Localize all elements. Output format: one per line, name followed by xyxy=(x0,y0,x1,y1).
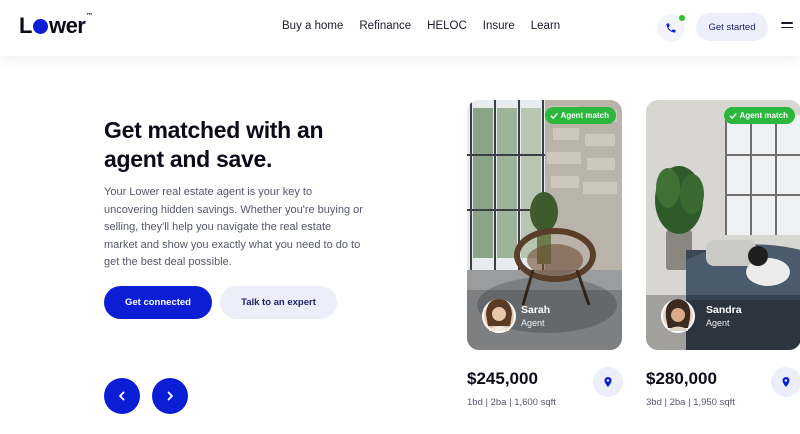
lower-logo[interactable]: Lwer™ xyxy=(19,13,92,39)
map-pin-icon xyxy=(782,377,790,387)
get-started-button[interactable]: Get started xyxy=(696,13,768,41)
agent-role: Agent xyxy=(706,318,730,328)
checkmark-icon xyxy=(729,112,737,119)
agent-match-badge: Agent match xyxy=(544,107,616,124)
agent-match-badge: Agent match xyxy=(723,107,795,124)
get-connected-button[interactable]: Get connected xyxy=(104,286,212,319)
online-status-dot xyxy=(679,15,685,21)
listing-card[interactable]: Agent match Sarah Agent xyxy=(467,100,622,350)
nav-refinance[interactable]: Refinance xyxy=(359,20,411,32)
listing-specs: 3bd | 2ba | 1,950 sqft xyxy=(646,397,735,408)
nav-insure[interactable]: Insure xyxy=(483,20,515,32)
listing-specs: 1bd | 2ba | 1,600 sqft xyxy=(467,397,556,408)
hamburger-menu-icon[interactable] xyxy=(781,22,793,32)
carousel-next-button[interactable] xyxy=(152,378,188,414)
agent-role: Agent xyxy=(521,318,545,328)
agent-name: Sandra xyxy=(706,304,742,316)
agent-info: Sandra Agent xyxy=(706,304,742,329)
map-pin-icon xyxy=(604,377,612,387)
chevron-left-icon xyxy=(119,391,125,401)
agent-info: Sarah Agent xyxy=(521,304,550,329)
nav-learn[interactable]: Learn xyxy=(531,20,560,32)
listing-price: $245,000 xyxy=(467,369,538,388)
site-header: Lwer™ Buy a home Refinance HELOC Insure … xyxy=(0,0,800,56)
phone-icon xyxy=(666,23,676,33)
map-location-button[interactable] xyxy=(771,367,800,397)
hero-title: Get matched with an agent and save. xyxy=(104,117,324,172)
listing-card[interactable]: Agent match Sandra Agent xyxy=(646,100,800,350)
checkmark-icon xyxy=(550,112,558,119)
nav-buy-a-home[interactable]: Buy a home xyxy=(282,20,343,32)
talk-to-expert-button[interactable]: Talk to an expert xyxy=(220,286,337,319)
chevron-right-icon xyxy=(167,391,173,401)
map-location-button[interactable] xyxy=(593,367,623,397)
logo-dot xyxy=(32,19,48,34)
nav-heloc[interactable]: HELOC xyxy=(427,20,467,32)
carousel-prev-button[interactable] xyxy=(104,378,140,414)
hero-description: Your Lower real estate agent is your key… xyxy=(104,186,363,268)
main-nav: Buy a home Refinance HELOC Insure Learn xyxy=(282,20,560,32)
call-button[interactable] xyxy=(657,14,685,42)
agent-name: Sarah xyxy=(521,304,551,316)
listing-price: $280,000 xyxy=(646,369,717,388)
